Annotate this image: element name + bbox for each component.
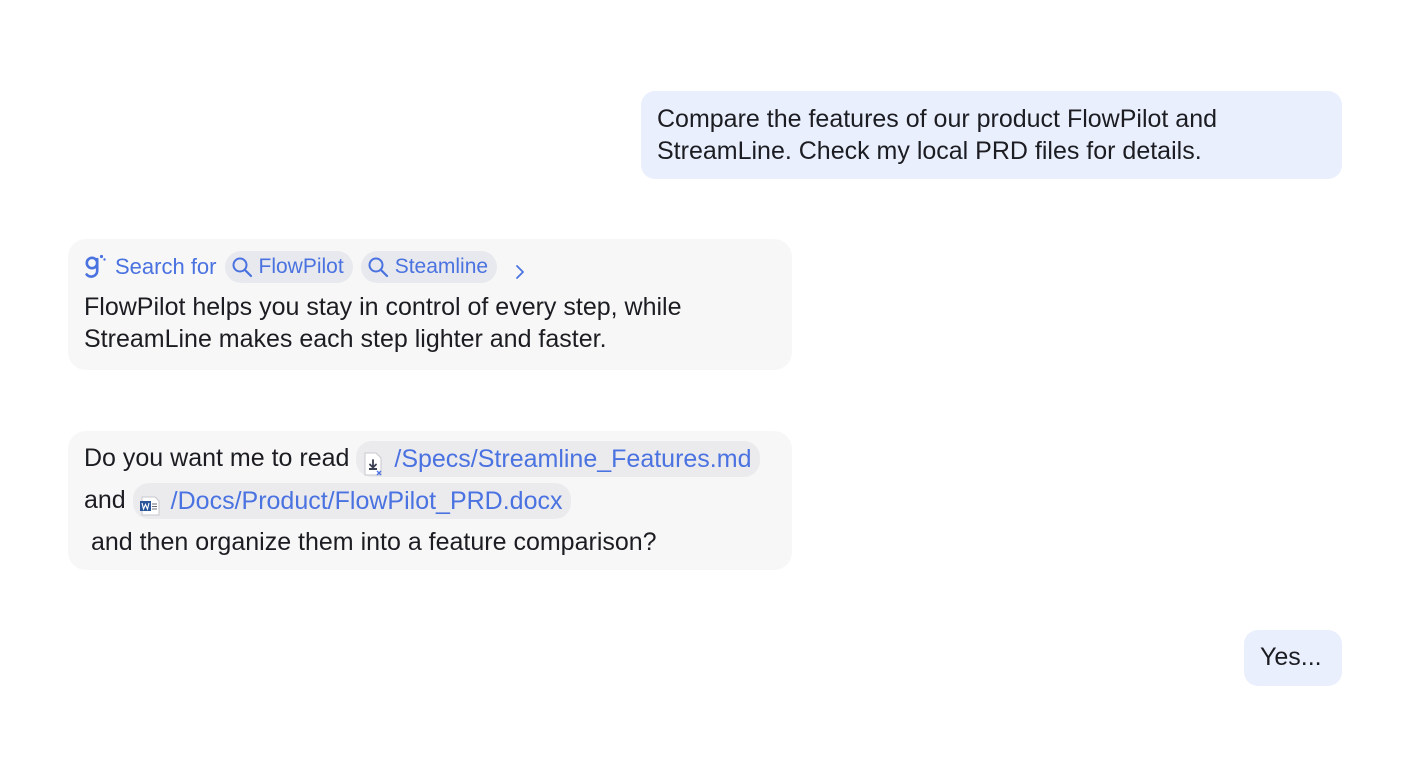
search-summary: Search for FlowPilot Steamline <box>84 251 776 283</box>
file-link-flowpilot-prd[interactable]: /Docs/Product/FlowPilot_PRD.docx <box>132 483 572 520</box>
question-prefix: Do you want me to read <box>84 444 357 472</box>
file-link-label: /Docs/Product/FlowPilot_PRD.docx <box>170 487 563 516</box>
question-suffix: and then organize them into a feature co… <box>84 528 657 556</box>
search-chip-label: Steamline <box>394 255 489 278</box>
chat-thread: Compare the features of our product Flow… <box>0 0 1409 777</box>
assistant-answer-text: FlowPilot helps you stay in control of e… <box>84 293 682 353</box>
user-reply-message: Yes... <box>1244 630 1342 686</box>
search-for-label: Search for <box>115 254 217 279</box>
file-link-streamline-features[interactable]: /Specs/Streamline_Features.md <box>356 441 761 478</box>
search-icon <box>367 256 389 278</box>
search-chip-steamline[interactable]: Steamline <box>360 251 498 283</box>
assistant-message-question: Do you want me to read /Specs/Streamline… <box>68 431 792 570</box>
user-message-text: Compare the features of our product Flow… <box>657 105 1218 165</box>
search-chip-flowpilot[interactable]: FlowPilot <box>224 251 353 283</box>
search-icon <box>231 256 253 278</box>
word-file-icon <box>139 489 161 516</box>
brand-g-icon <box>84 254 106 280</box>
user-message: Compare the features of our product Flow… <box>641 91 1342 179</box>
markdown-file-icon <box>362 447 384 476</box>
assistant-message-search: Search for FlowPilot Steamline FlowPilot… <box>68 239 792 370</box>
user-reply-text: Yes... <box>1260 643 1322 671</box>
file-link-label: /Specs/Streamline_Features.md <box>394 445 752 474</box>
chevron-right-icon[interactable] <box>513 258 527 279</box>
search-chip-label: FlowPilot <box>258 255 344 278</box>
question-middle: and <box>84 486 133 514</box>
